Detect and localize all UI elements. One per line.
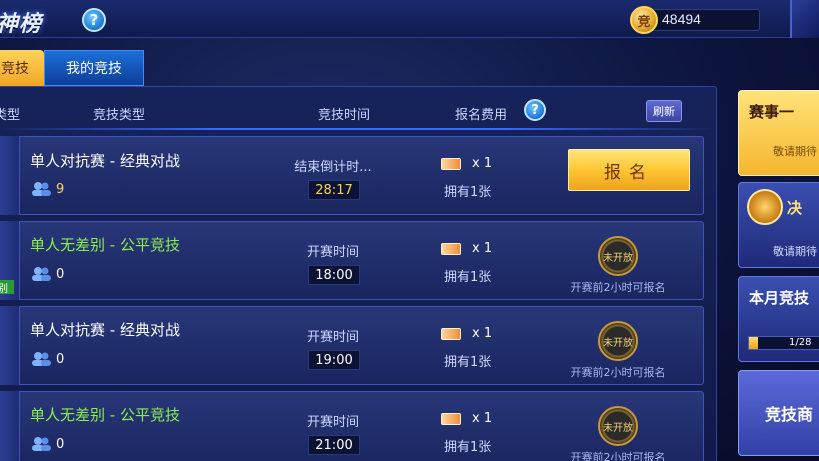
not-open-badge: 未开放 [598, 406, 638, 446]
trophy-icon [747, 189, 783, 225]
mode-badge: 别 [0, 280, 14, 295]
open-hint: 开赛前2小时可报名 [570, 451, 666, 461]
side-card-final[interactable]: 决 敬请期待 [738, 182, 819, 268]
coin-value: 48494 [662, 11, 701, 27]
tickets-owned: 拥有1张 [444, 355, 492, 370]
time-value: 21:00 [308, 435, 360, 455]
col-header-type: 类型 [0, 108, 21, 123]
signup-button[interactable]: 报名 [568, 149, 690, 191]
side-card-title: 决 [787, 199, 803, 217]
row-side-decoration [0, 306, 20, 385]
fee-help-icon[interactable]: ? [524, 99, 546, 121]
not-open-badge: 未开放 [598, 236, 638, 276]
player-count: 9 [56, 182, 65, 197]
refresh-button[interactable]: 刷新 [646, 100, 682, 122]
time-label: 开赛时间 [306, 245, 359, 260]
ticket-icon [441, 243, 461, 255]
match-name: 单人无差别 - 公平竞技 [30, 406, 180, 424]
ticket-icon [441, 328, 461, 340]
players-icon [32, 352, 51, 366]
tickets-owned: 拥有1张 [444, 440, 492, 455]
time-label: 开赛时间 [306, 415, 359, 430]
col-header-time: 竞技时间 [318, 108, 371, 123]
header-divider [0, 128, 716, 130]
open-hint: 开赛前2小时可报名 [570, 281, 666, 294]
side-card-title: 赛事一 [749, 103, 795, 121]
fee-amount: x 1 [472, 156, 493, 171]
fee-amount: x 1 [472, 411, 493, 426]
side-card-subtitle: 敬请期待 [773, 245, 817, 258]
match-name: 单人对抗赛 - 经典对战 [30, 152, 180, 170]
time-label: 结束倒计时... [294, 160, 372, 175]
tab-my-arena[interactable]: 我的竞技 [44, 50, 144, 86]
row-side-decoration [0, 136, 20, 215]
side-card-title: 竞技商 [765, 405, 814, 424]
side-card-subtitle: 敬请期待 [773, 145, 817, 158]
fee-amount: x 1 [472, 241, 493, 256]
monthly-progress-fill [749, 337, 758, 349]
players-icon [32, 182, 51, 196]
monthly-progress-text: 1/28 [789, 337, 812, 348]
tickets-owned: 拥有1张 [444, 270, 492, 285]
time-value: 28:17 [308, 180, 360, 200]
players-icon [32, 267, 51, 281]
open-hint: 开赛前2小时可报名 [570, 366, 666, 379]
top-right-decoration [790, 0, 819, 38]
time-value: 18:00 [308, 265, 360, 285]
side-card-shop[interactable]: 竞技商 [738, 370, 819, 456]
coin-icon: 竞 [630, 6, 658, 34]
match-name: 单人无差别 - 公平竞技 [30, 236, 180, 254]
row-side-decoration [0, 391, 20, 461]
tab-arena[interactable]: 竞技 [0, 50, 44, 86]
page-title: 神榜 [0, 12, 43, 37]
ticket-icon [441, 158, 461, 170]
player-count: 0 [56, 437, 65, 452]
col-header-fee: 报名费用 [455, 108, 508, 123]
side-card-event[interactable]: 赛事一 敬请期待 [738, 90, 819, 176]
help-icon[interactable]: ? [82, 8, 106, 32]
time-label: 开赛时间 [306, 330, 359, 345]
players-icon [32, 437, 51, 451]
ticket-icon [441, 413, 461, 425]
not-open-badge: 未开放 [598, 321, 638, 361]
player-count: 0 [56, 267, 65, 282]
time-value: 19:00 [308, 350, 360, 370]
side-card-title: 本月竞技 [749, 289, 810, 307]
player-count: 0 [56, 352, 65, 367]
fee-amount: x 1 [472, 326, 493, 341]
match-name: 单人对抗赛 - 经典对战 [30, 321, 180, 339]
tickets-owned: 拥有1张 [444, 185, 492, 200]
col-header-match-type: 竞技类型 [93, 108, 146, 123]
